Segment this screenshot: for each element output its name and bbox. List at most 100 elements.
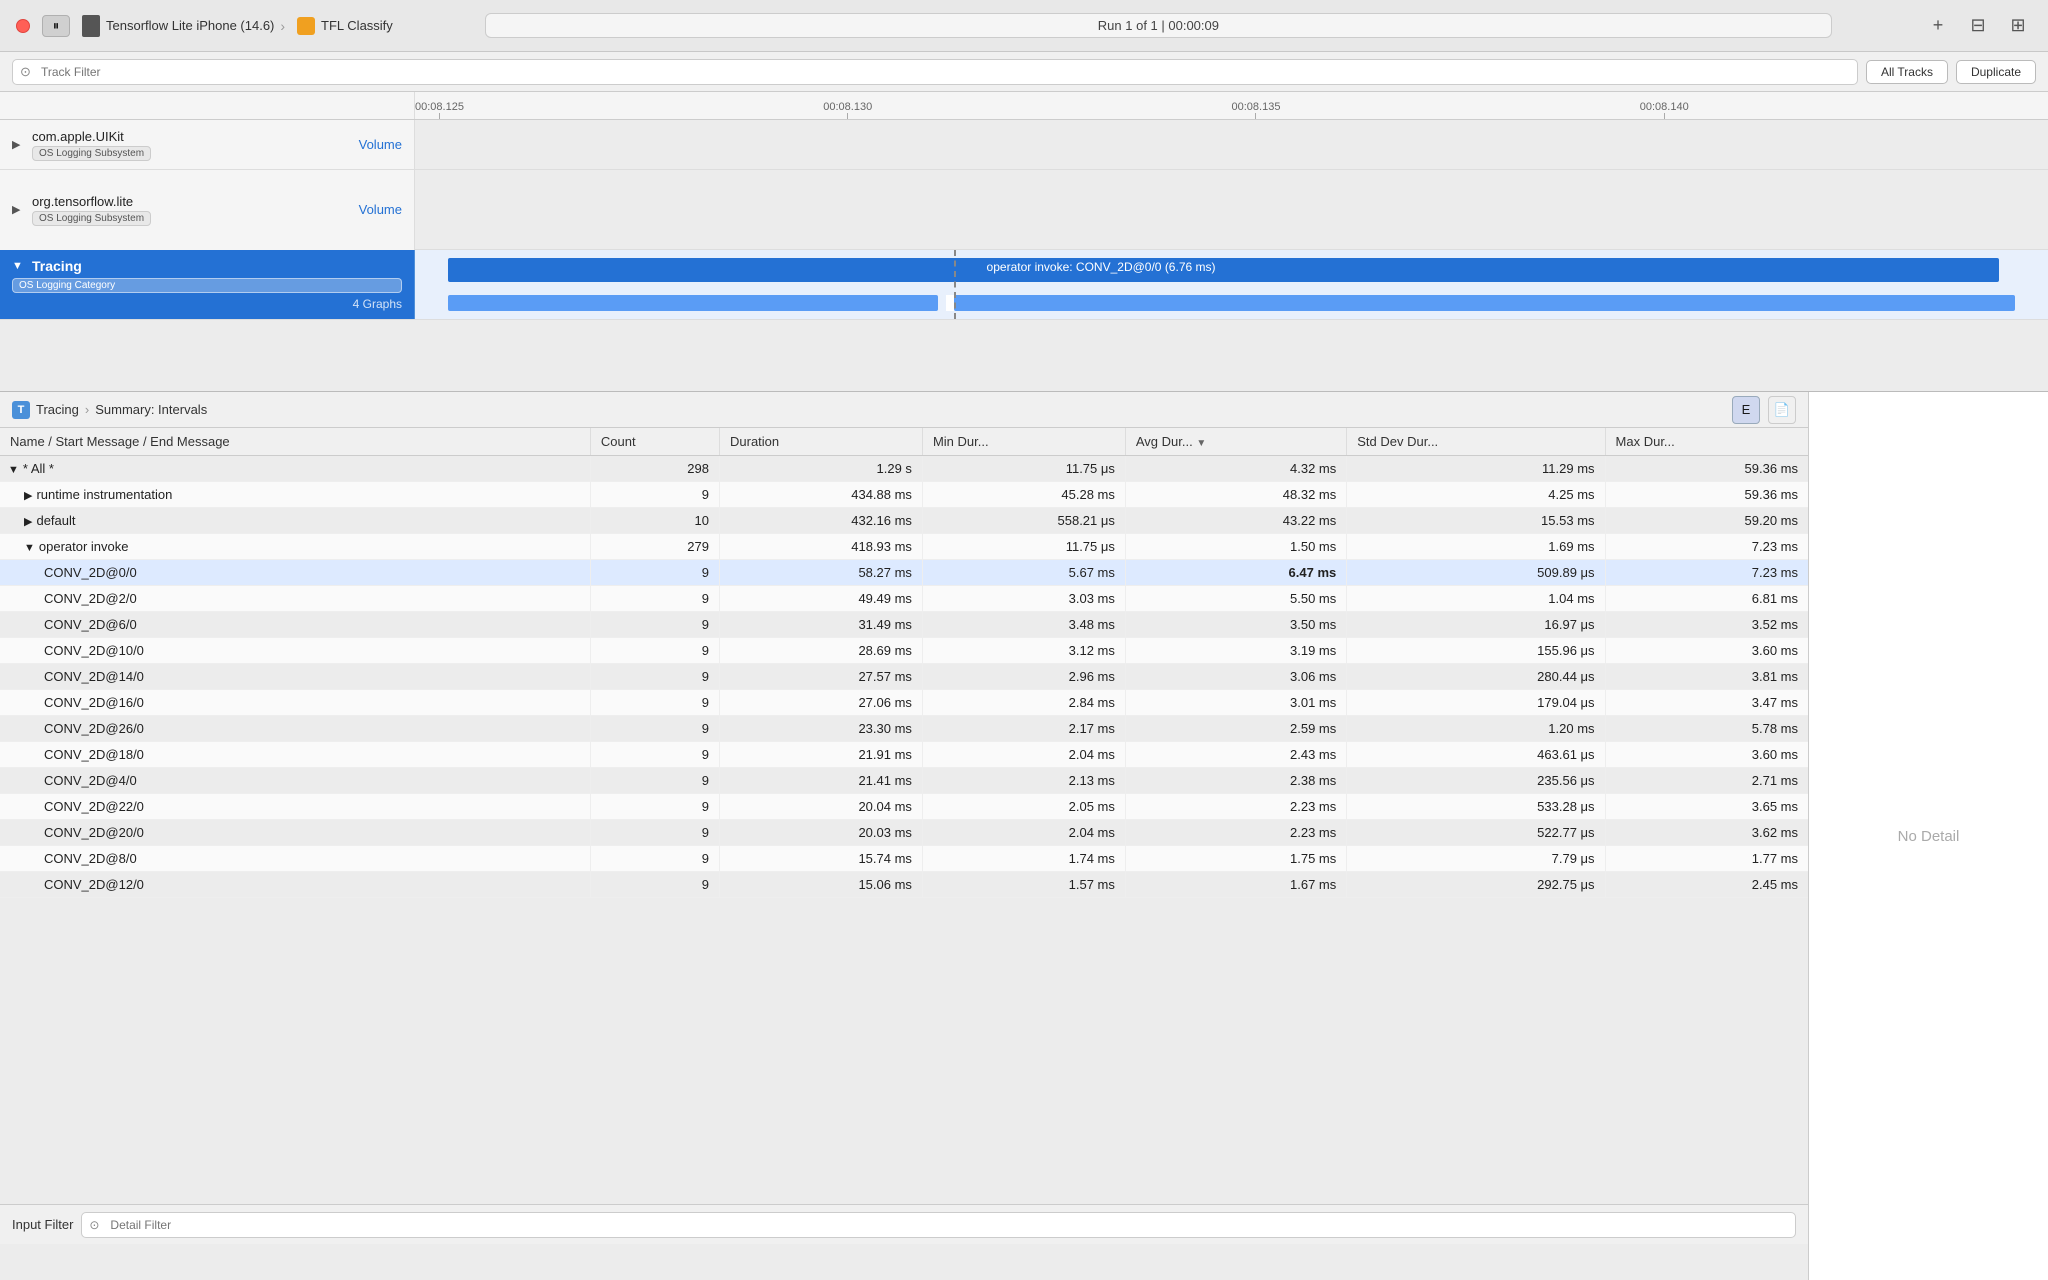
data-table-scroll[interactable]: Name / Start Message / End Message Count…	[0, 428, 1808, 1204]
cell-avg-dur: 1.50 ms	[1125, 534, 1346, 560]
tick-label: 00:08.125	[415, 101, 464, 113]
split-button[interactable]: ⊟	[1964, 12, 1992, 40]
timeline-tick: 00:08.135	[1232, 101, 1281, 119]
col-avg-dur[interactable]: Avg Dur... ▼	[1125, 428, 1346, 456]
cell-min-dur: 2.04 ms	[922, 820, 1125, 846]
cell-max-dur: 2.71 ms	[1605, 768, 1808, 794]
cell-count: 10	[590, 508, 719, 534]
filter-wrapper: ⊙	[12, 59, 1858, 85]
col-std-dev[interactable]: Std Dev Dur...	[1347, 428, 1605, 456]
tick-label: 00:08.135	[1232, 101, 1281, 113]
cell-avg-dur: 5.50 ms	[1125, 586, 1346, 612]
table-row[interactable]: CONV_2D@16/0 9 27.06 ms 2.84 ms 3.01 ms …	[0, 690, 1808, 716]
pause-button[interactable]: ⏸	[42, 15, 70, 37]
table-row[interactable]: CONV_2D@4/0 9 21.41 ms 2.13 ms 2.38 ms 2…	[0, 768, 1808, 794]
table-row[interactable]: ▶default 10 432.16 ms 558.21 μs 43.22 ms…	[0, 508, 1808, 534]
row-expand-icon[interactable]: ▶	[24, 490, 32, 502]
device-icon	[82, 15, 100, 37]
col-max-dur[interactable]: Max Dur...	[1605, 428, 1808, 456]
uikit-volume-label: Volume	[359, 137, 402, 152]
tracing-track: ▼ Tracing OS Logging Category 4 Graphs o…	[0, 250, 2048, 320]
row-expand-icon[interactable]: ▶	[24, 516, 32, 528]
cell-duration: 49.49 ms	[720, 586, 923, 612]
bottom-section: T Tracing › Summary: Intervals E 📄 Name …	[0, 392, 2048, 1280]
timeline-tick: 00:08.130	[823, 101, 872, 119]
cell-count: 9	[590, 560, 719, 586]
cell-avg-dur: 3.06 ms	[1125, 664, 1346, 690]
table-row[interactable]: ▼operator invoke 279 418.93 ms 11.75 μs …	[0, 534, 1808, 560]
cell-min-dur: 3.03 ms	[922, 586, 1125, 612]
cell-std-dev: 509.89 μs	[1347, 560, 1605, 586]
row-expand-icon[interactable]: ▼	[24, 542, 35, 554]
cell-count: 9	[590, 768, 719, 794]
col-min-dur[interactable]: Min Dur...	[922, 428, 1125, 456]
table-row[interactable]: CONV_2D@0/0 9 58.27 ms 5.67 ms 6.47 ms 5…	[0, 560, 1808, 586]
add-button[interactable]: +	[1924, 12, 1952, 40]
title-bar: ⏸ Tensorflow Lite iPhone (14.6) › TFL Cl…	[0, 0, 2048, 52]
table-row[interactable]: ▶runtime instrumentation 9 434.88 ms 45.…	[0, 482, 1808, 508]
cell-name: CONV_2D@6/0	[0, 612, 590, 638]
tracing-track-name: Tracing	[32, 258, 82, 274]
track-filter-input[interactable]	[12, 59, 1858, 85]
cell-count: 9	[590, 716, 719, 742]
cell-max-dur: 3.81 ms	[1605, 664, 1808, 690]
record-button[interactable]	[16, 19, 30, 33]
table-row[interactable]: ▼* All * 298 1.29 s 11.75 μs 4.32 ms 11.…	[0, 456, 1808, 482]
table-row[interactable]: CONV_2D@6/0 9 31.49 ms 3.48 ms 3.50 ms 1…	[0, 612, 1808, 638]
cell-duration: 58.27 ms	[720, 560, 923, 586]
cell-duration: 1.29 s	[720, 456, 923, 482]
table-row[interactable]: CONV_2D@10/0 9 28.69 ms 3.12 ms 3.19 ms …	[0, 638, 1808, 664]
duplicate-button[interactable]: Duplicate	[1956, 60, 2036, 84]
cell-avg-dur: 43.22 ms	[1125, 508, 1346, 534]
table-row[interactable]: CONV_2D@12/0 9 15.06 ms 1.57 ms 1.67 ms …	[0, 872, 1808, 898]
cell-name: CONV_2D@20/0	[0, 820, 590, 846]
input-filter-label: Input Filter	[12, 1217, 73, 1232]
tensorflow-expand[interactable]: ▶	[12, 203, 26, 216]
tracing-label-area: ▼ Tracing OS Logging Category 4 Graphs	[0, 250, 415, 319]
table-row[interactable]: CONV_2D@8/0 9 15.74 ms 1.74 ms 1.75 ms 7…	[0, 846, 1808, 872]
all-tracks-button[interactable]: All Tracks	[1866, 60, 1948, 84]
col-name[interactable]: Name / Start Message / End Message	[0, 428, 590, 456]
export-button[interactable]: 📄	[1768, 396, 1796, 424]
tracing-expand[interactable]: ▼	[12, 260, 26, 272]
cell-duration: 21.41 ms	[720, 768, 923, 794]
grid-button[interactable]: ⊞	[2004, 12, 2032, 40]
tensorflow-track-name: org.tensorflow.lite	[32, 194, 151, 209]
col-count[interactable]: Count	[590, 428, 719, 456]
detail-filter-icon: ⊙	[89, 1218, 99, 1232]
table-row[interactable]: CONV_2D@2/0 9 49.49 ms 3.03 ms 5.50 ms 1…	[0, 586, 1808, 612]
cell-duration: 15.74 ms	[720, 846, 923, 872]
detail-filter-input[interactable]	[81, 1212, 1796, 1238]
table-header-row: Name / Start Message / End Message Count…	[0, 428, 1808, 456]
cell-count: 9	[590, 872, 719, 898]
tracing-gap	[946, 295, 954, 311]
row-expand-icon[interactable]: ▼	[8, 464, 19, 476]
table-row[interactable]: CONV_2D@26/0 9 23.30 ms 2.17 ms 2.59 ms …	[0, 716, 1808, 742]
table-view-button[interactable]: E	[1732, 396, 1760, 424]
cell-max-dur: 2.45 ms	[1605, 872, 1808, 898]
input-filter-bar: Input Filter ⊙	[0, 1204, 1808, 1244]
table-row[interactable]: CONV_2D@18/0 9 21.91 ms 2.04 ms 2.43 ms …	[0, 742, 1808, 768]
cell-duration: 434.88 ms	[720, 482, 923, 508]
track-row-uikit: ▶ com.apple.UIKit OS Logging Subsystem V…	[0, 120, 2048, 170]
uikit-track-name: com.apple.UIKit	[32, 129, 151, 144]
cell-std-dev: 16.97 μs	[1347, 612, 1605, 638]
cell-avg-dur: 48.32 ms	[1125, 482, 1346, 508]
breadcrumb-page: Summary: Intervals	[95, 402, 207, 417]
cell-min-dur: 2.04 ms	[922, 742, 1125, 768]
cell-count: 279	[590, 534, 719, 560]
cell-std-dev: 1.04 ms	[1347, 586, 1605, 612]
table-row[interactable]: CONV_2D@20/0 9 20.03 ms 2.04 ms 2.23 ms …	[0, 820, 1808, 846]
col-duration[interactable]: Duration	[720, 428, 923, 456]
table-row[interactable]: CONV_2D@22/0 9 20.04 ms 2.05 ms 2.23 ms …	[0, 794, 1808, 820]
cell-duration: 23.30 ms	[720, 716, 923, 742]
cell-avg-dur: 6.47 ms	[1125, 560, 1346, 586]
uikit-expand[interactable]: ▶	[12, 138, 26, 151]
filter-bar: ⊙ All Tracks Duplicate	[0, 52, 2048, 92]
cell-count: 298	[590, 456, 719, 482]
table-row[interactable]: CONV_2D@14/0 9 27.57 ms 2.96 ms 3.06 ms …	[0, 664, 1808, 690]
cell-name: ▼* All *	[0, 456, 590, 482]
cell-max-dur: 3.65 ms	[1605, 794, 1808, 820]
cell-max-dur: 3.62 ms	[1605, 820, 1808, 846]
tracing-bar-label: operator invoke: CONV_2D@0/0 (6.76 ms)	[987, 260, 1216, 274]
